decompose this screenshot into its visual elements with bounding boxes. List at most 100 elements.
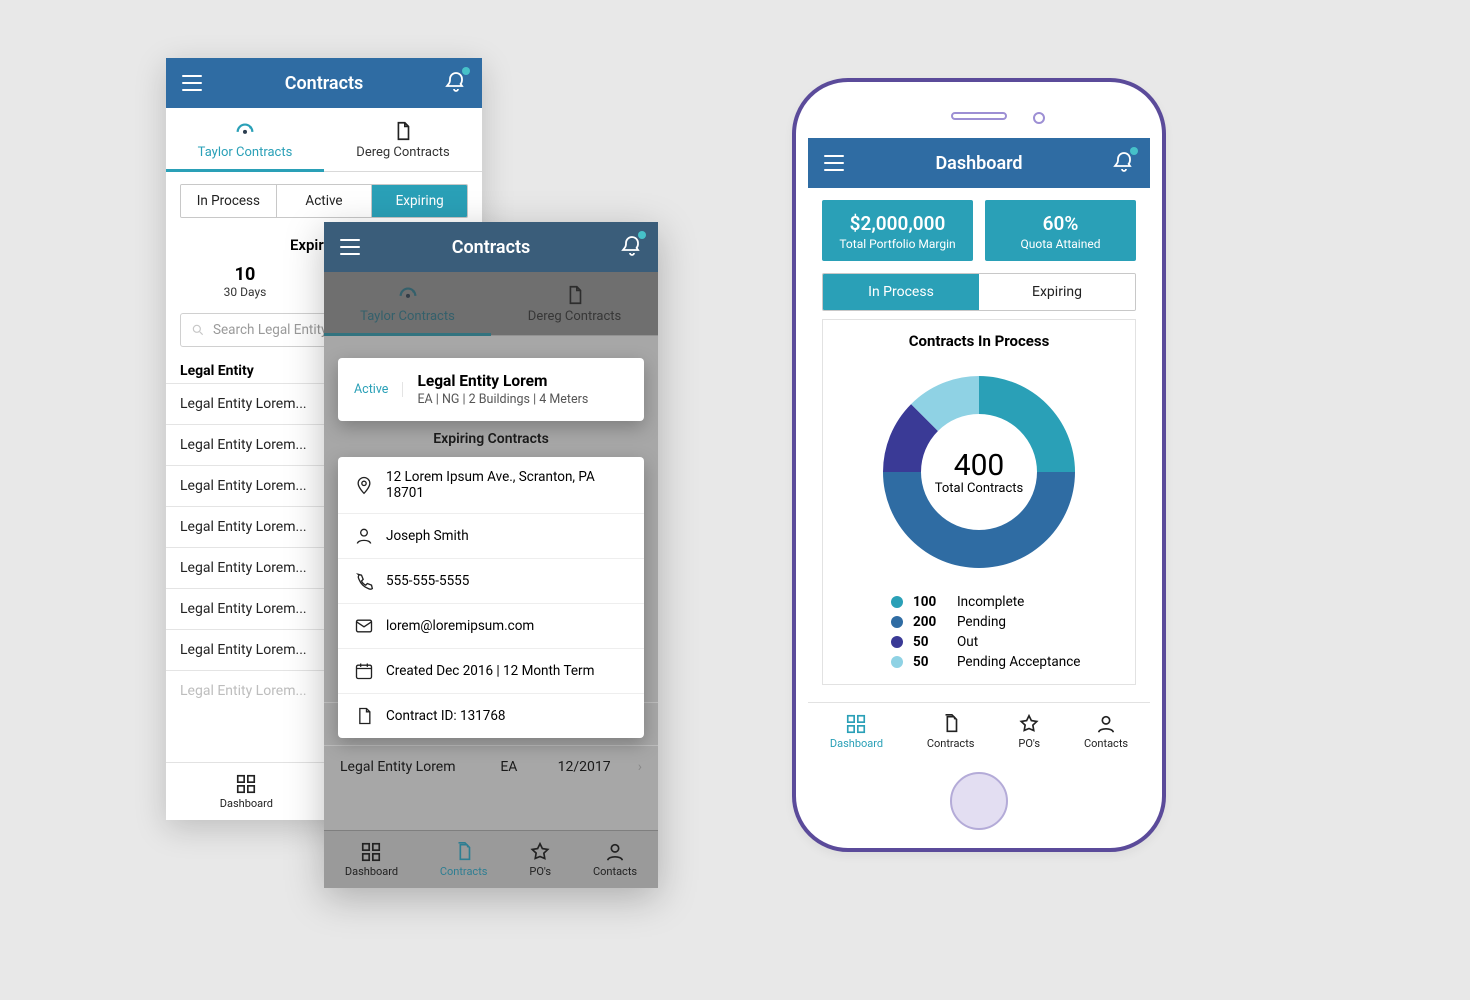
- pin-icon: [354, 475, 374, 495]
- contracts-chart-card: Contracts In Process 400 Total Contracts…: [822, 319, 1136, 685]
- app-header: Dashboard: [808, 138, 1150, 188]
- entity-name: Legal Entity Lorem: [417, 372, 588, 390]
- legend-item: 200 Pending: [891, 612, 1135, 632]
- grid-icon: [845, 713, 867, 735]
- notification-dot: [1130, 147, 1138, 155]
- detail-popup: Active Legal Entity Lorem EA | NG | 2 Bu…: [338, 358, 644, 738]
- grid-icon: [360, 841, 382, 863]
- status-badge: Active: [354, 382, 403, 397]
- tab-dereg-contracts[interactable]: Dereg Contracts: [324, 108, 482, 171]
- legend-label: Pending: [957, 614, 1006, 630]
- legend-swatch: [891, 596, 903, 608]
- phone-frame: Dashboard $2,000,000 Total Portfolio Mar…: [792, 78, 1166, 852]
- phone-home-button[interactable]: [950, 772, 1008, 830]
- bottom-nav: Dashboard Contracts PO's Contacts: [324, 830, 658, 888]
- status-segmented: In Process Active Expiring: [180, 184, 468, 218]
- bucket-30-days[interactable]: 10 30 Days: [166, 264, 324, 299]
- tab-in-process[interactable]: In Process: [823, 274, 979, 310]
- phone-speaker: [951, 112, 1007, 120]
- legend-value: 50: [913, 654, 947, 670]
- table-row[interactable]: Legal Entity Lorem EA 12/2017 ›: [324, 745, 658, 788]
- grid-icon: [235, 773, 257, 795]
- legend-value: 50: [913, 634, 947, 650]
- nav-contracts[interactable]: Contracts: [440, 841, 488, 878]
- header-title: Dashboard: [935, 153, 1022, 174]
- notifications-button[interactable]: [1112, 149, 1136, 177]
- phone-camera: [1033, 112, 1045, 124]
- chart-legend: 100Incomplete200Pending50Out50Pending Ac…: [891, 592, 1135, 672]
- document-icon: [354, 706, 374, 726]
- legend-value: 100: [913, 594, 947, 610]
- nav-dashboard[interactable]: Dashboard: [220, 773, 273, 810]
- app-header: Contracts: [324, 222, 658, 272]
- notifications-button[interactable]: [444, 69, 468, 97]
- nav-dashboard[interactable]: Dashboard: [830, 713, 883, 750]
- dashboard-screen: Dashboard $2,000,000 Total Portfolio Mar…: [808, 138, 1150, 760]
- star-icon: [1018, 713, 1040, 735]
- chart-title: Contracts In Process: [823, 320, 1135, 356]
- legend-item: 50Out: [891, 632, 1135, 652]
- star-icon: [529, 841, 551, 863]
- segment-active[interactable]: Active: [276, 185, 372, 217]
- address-row[interactable]: 12 Lorem Ipsum Ave., Scranton, PA 18701: [338, 457, 644, 513]
- legend-value: 200: [913, 614, 947, 630]
- donut-center: 400 Total Contracts: [869, 362, 1089, 582]
- notification-dot: [462, 67, 470, 75]
- person-icon: [604, 841, 626, 863]
- expiring-contracts-label: Expiring Contracts: [338, 431, 644, 447]
- person-icon: [1095, 713, 1117, 735]
- contracts-detail-screen: Contracts Taylor Contracts Dereg Contrac…: [324, 222, 658, 888]
- mail-icon: [354, 616, 374, 636]
- stat-cards: $2,000,000 Total Portfolio Margin 60% Qu…: [808, 188, 1150, 261]
- app-header: Contracts: [166, 58, 482, 108]
- email-row[interactable]: lorem@loremipsum.com: [338, 603, 644, 648]
- tab-label: Taylor Contracts: [198, 145, 293, 160]
- menu-icon[interactable]: [180, 71, 204, 95]
- donut-chart: 400 Total Contracts: [869, 362, 1089, 582]
- legend-item: 50 Pending Acceptance: [891, 652, 1135, 672]
- legend-label: Incomplete: [957, 594, 1024, 610]
- legend-label: Pending Acceptance: [957, 654, 1080, 670]
- documents-icon: [453, 841, 475, 863]
- stat-portfolio-margin[interactable]: $2,000,000 Total Portfolio Margin: [822, 200, 973, 261]
- dashboard-tabs: In Process Expiring: [822, 273, 1136, 311]
- notification-dot: [638, 231, 646, 239]
- entity-header-card: Active Legal Entity Lorem EA | NG | 2 Bu…: [338, 358, 644, 421]
- segment-in-process[interactable]: In Process: [181, 185, 276, 217]
- document-icon: [392, 120, 414, 142]
- person-icon: [354, 526, 374, 546]
- entity-meta: EA | NG | 2 Buildings | 4 Meters: [417, 392, 588, 407]
- nav-pos[interactable]: PO's: [1018, 713, 1040, 750]
- tab-expiring[interactable]: Expiring: [979, 274, 1135, 310]
- term-row: Created Dec 2016 | 12 Month Term: [338, 648, 644, 693]
- menu-icon[interactable]: [338, 235, 362, 259]
- nav-contacts[interactable]: Contacts: [593, 841, 637, 878]
- stat-quota-attained[interactable]: 60% Quota Attained: [985, 200, 1136, 261]
- notifications-button[interactable]: [620, 233, 644, 261]
- legend-item: 100 Incomplete: [891, 592, 1135, 612]
- gauge-icon: [234, 120, 256, 142]
- legend-swatch: [891, 656, 903, 668]
- nav-dashboard[interactable]: Dashboard: [345, 841, 398, 878]
- legend-swatch: [891, 616, 903, 628]
- chevron-right-icon: ›: [638, 759, 642, 775]
- entity-details-card: 12 Lorem Ipsum Ave., Scranton, PA 18701 …: [338, 457, 644, 738]
- phone-icon: [354, 571, 374, 591]
- tab-taylor-contracts[interactable]: Taylor Contracts: [166, 108, 324, 171]
- contract-id-row: Contract ID: 131768: [338, 693, 644, 738]
- header-title: Contracts: [285, 73, 364, 94]
- nav-contracts[interactable]: Contracts: [927, 713, 975, 750]
- bottom-nav: Dashboard Contracts PO's Contacts: [808, 702, 1150, 760]
- contract-type-tabs: Taylor Contracts Dereg Contracts: [166, 108, 482, 172]
- menu-icon[interactable]: [822, 151, 846, 175]
- legend-swatch: [891, 636, 903, 648]
- segment-expiring[interactable]: Expiring: [371, 185, 467, 217]
- header-title: Contracts: [452, 237, 531, 258]
- search-icon: [191, 323, 205, 337]
- tab-label: Dereg Contracts: [356, 145, 449, 160]
- search-placeholder: Search Legal Entity: [213, 322, 327, 338]
- nav-contacts[interactable]: Contacts: [1084, 713, 1128, 750]
- phone-row[interactable]: 555-555-5555: [338, 558, 644, 603]
- nav-pos[interactable]: PO's: [529, 841, 551, 878]
- contact-row[interactable]: Joseph Smith: [338, 513, 644, 558]
